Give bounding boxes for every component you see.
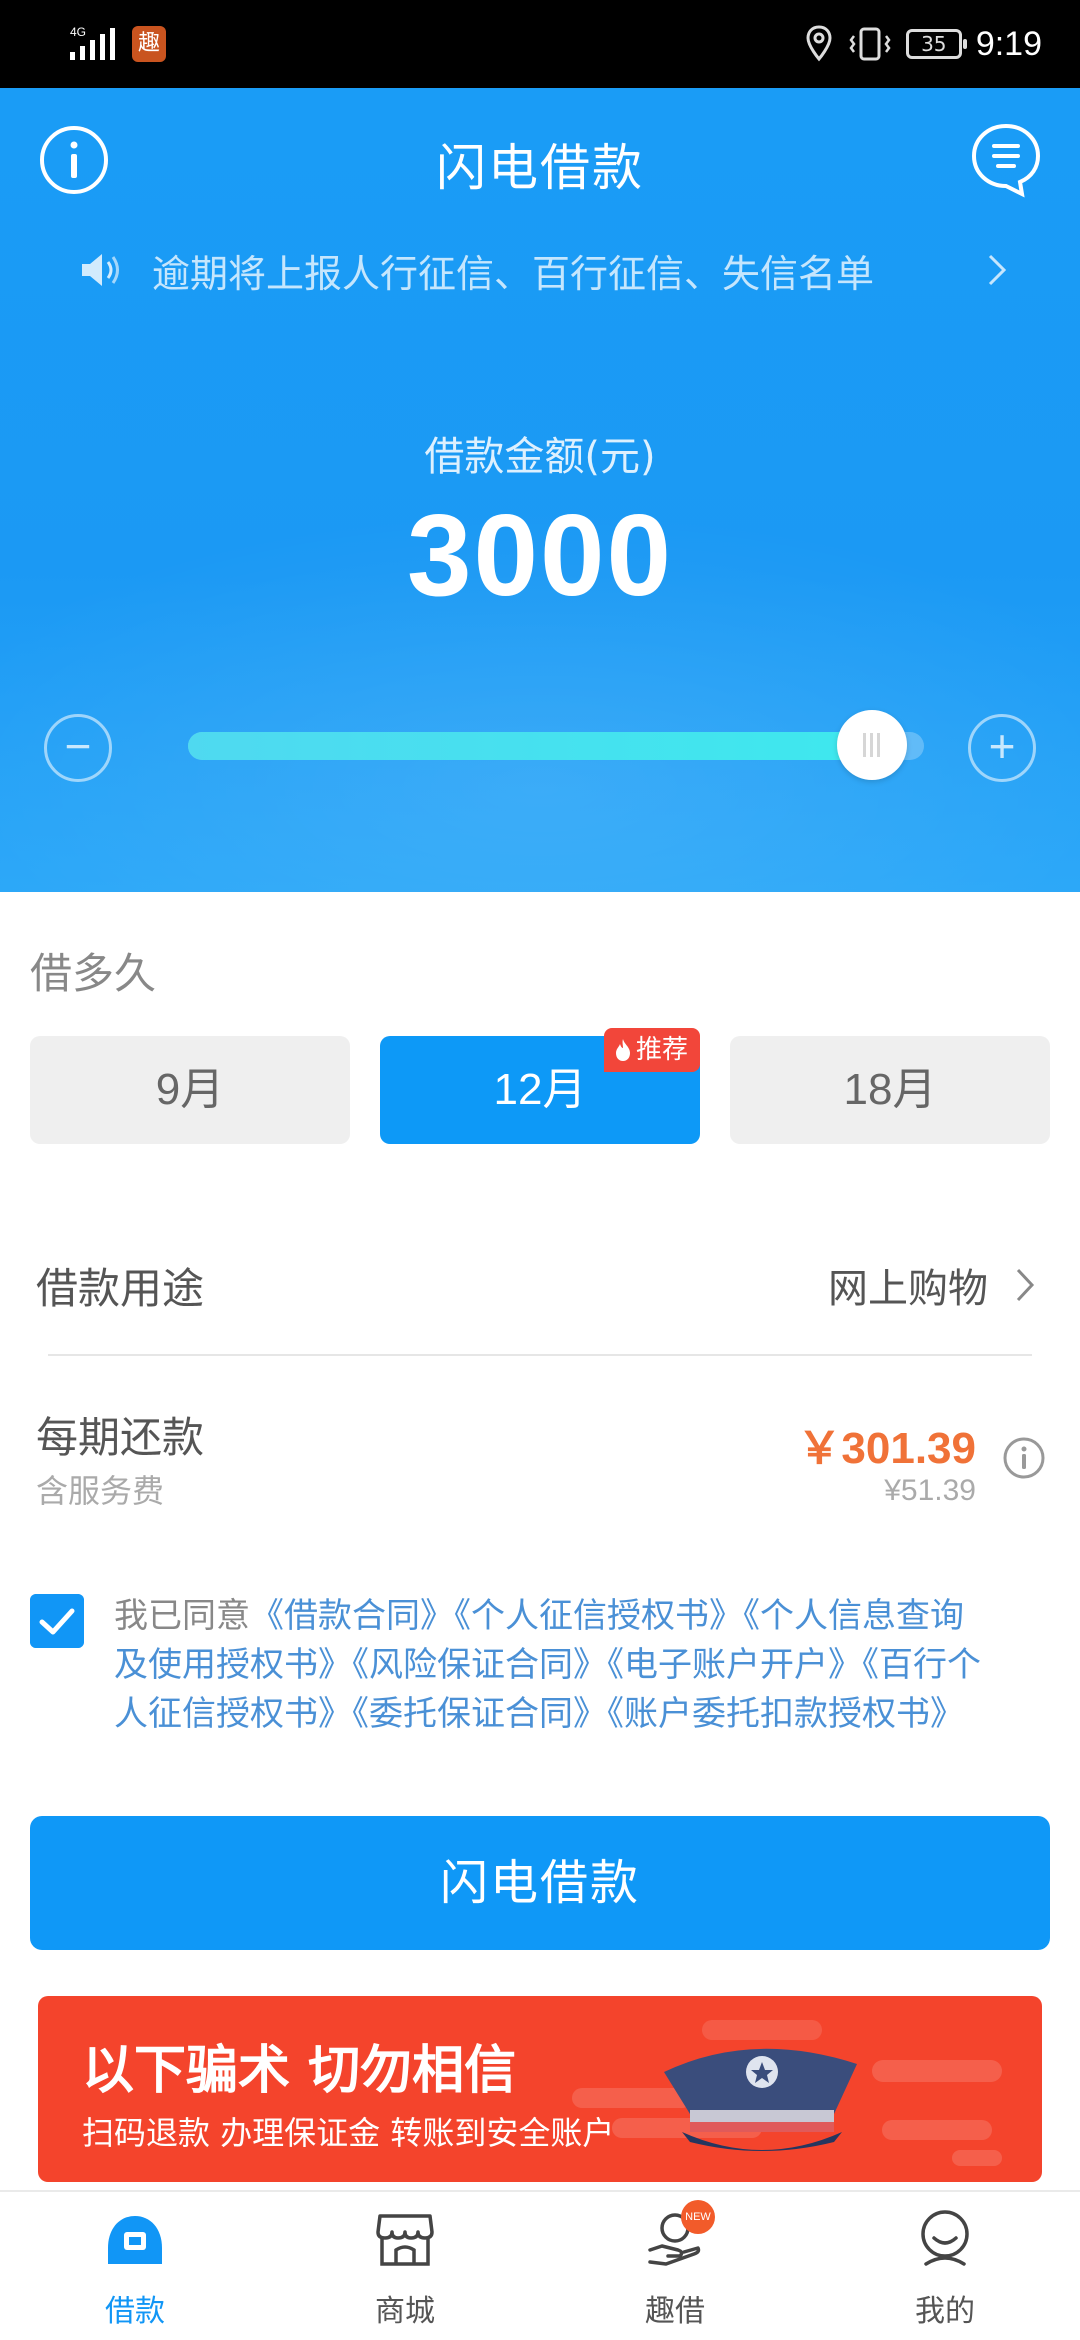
fraud-warning-banner[interactable]: 以下骗术 切勿相信 扫码退款 办理保证金 转账到安全账户 [38, 1996, 1042, 2182]
tab-label: 趣借 [645, 2294, 705, 2329]
purpose-value: 网上购物 [828, 1266, 988, 1312]
svg-text:4G: 4G [70, 25, 86, 39]
tab-loan[interactable]: 借款 [0, 2192, 270, 2340]
agreement-prefix: 我已同意 [114, 1596, 250, 1636]
term-option-label: 12月 [493, 1065, 587, 1114]
recommend-badge: 推荐 [603, 1028, 700, 1072]
term-option-label: 9月 [155, 1065, 225, 1114]
repayment-amount: ￥301.39 [797, 1424, 976, 1473]
tab-qujie[interactable]: NEW 趣借 [540, 2192, 810, 2340]
purpose-label: 借款用途 [36, 1263, 205, 1313]
speaker-icon [82, 254, 119, 286]
signal-icon: 4G [70, 25, 115, 60]
tab-label: 我的 [915, 2294, 975, 2329]
banner-title: 以下骗术 切勿相信 [82, 2041, 517, 2101]
amount-value: 3000 [406, 490, 674, 620]
profile-icon [921, 2210, 969, 2266]
term-option-9[interactable]: 9月 [30, 1036, 350, 1144]
term-section-label: 借多久 [30, 949, 157, 998]
page-title: 闪电借款 [436, 139, 644, 197]
recommend-badge-label: 推荐 [635, 1035, 688, 1065]
chevron-right-icon [988, 254, 1007, 286]
term-option-18[interactable]: 18月 [730, 1036, 1050, 1144]
divider [48, 1354, 1032, 1356]
notice-text: 逾期将上报人行征信、百行征信、失信名单 [152, 251, 875, 296]
agreement-text: 我已同意《借款合同》《个人征信授权书》《个人信息查询及使用授权书》《风险保证合同… [114, 1592, 994, 1739]
tab-store[interactable]: 商城 [270, 2192, 540, 2340]
slider-fill [188, 732, 873, 760]
battery-icon: 35 [905, 29, 967, 59]
loan-purpose-row[interactable]: 借款用途 网上购物 [36, 1240, 1036, 1330]
info-icon[interactable] [1002, 1436, 1046, 1480]
new-badge: NEW [681, 2200, 715, 2234]
status-right: 35 9:19 [804, 18, 1042, 70]
agreement-checkbox[interactable] [30, 1594, 84, 1648]
repayment-sub-label: 含服务费 [36, 1472, 165, 1510]
term-option-label: 18月 [843, 1065, 937, 1114]
bottom-tab-bar: 借款 商城 NEW 趣借 我的 [0, 2190, 1080, 2340]
slider-thumb[interactable] [837, 710, 908, 780]
message-icon[interactable] [970, 122, 1042, 198]
app-notification-icon: 趣 [132, 26, 166, 62]
tab-profile[interactable]: 我的 [810, 2192, 1080, 2340]
repayment-label: 每期还款 [36, 1413, 205, 1462]
overdue-notice[interactable]: 逾期将上报人行征信、百行征信、失信名单 [78, 240, 1008, 300]
loan-hero: 闪电借款 逾期将上报人行征信、百行征信、失信名单 借款金额(元) 3000 − … [0, 88, 1080, 892]
amount-slider[interactable] [188, 710, 924, 780]
tab-label: 借款 [105, 2294, 165, 2329]
increase-amount-button[interactable]: + [968, 714, 1036, 782]
flame-icon [615, 1039, 630, 1061]
term-option-12[interactable]: 12月 推荐 [380, 1028, 700, 1144]
service-fee-amount: ¥51.39 [884, 1474, 976, 1507]
store-icon [376, 2214, 434, 2266]
loan-icon [108, 2216, 162, 2264]
vibrate-icon [849, 27, 891, 61]
tab-label: 商城 [375, 2294, 435, 2329]
police-cap-icon [572, 2020, 1002, 2166]
status-bar: 4G 趣 35 9:19 [0, 0, 1080, 88]
chevron-right-icon [1016, 1268, 1035, 1302]
term-options: 9月 12月 推荐 18月 [30, 1028, 1050, 1144]
decrease-amount-button[interactable]: − [44, 714, 112, 782]
clock: 9:19 [975, 24, 1042, 63]
location-icon [806, 25, 832, 62]
amount-label: 借款金额(元) [424, 434, 656, 480]
banner-subtitle: 扫码退款 办理保证金 转账到安全账户 [82, 2114, 615, 2152]
apply-loan-button[interactable]: 闪电借款 [30, 1816, 1050, 1950]
